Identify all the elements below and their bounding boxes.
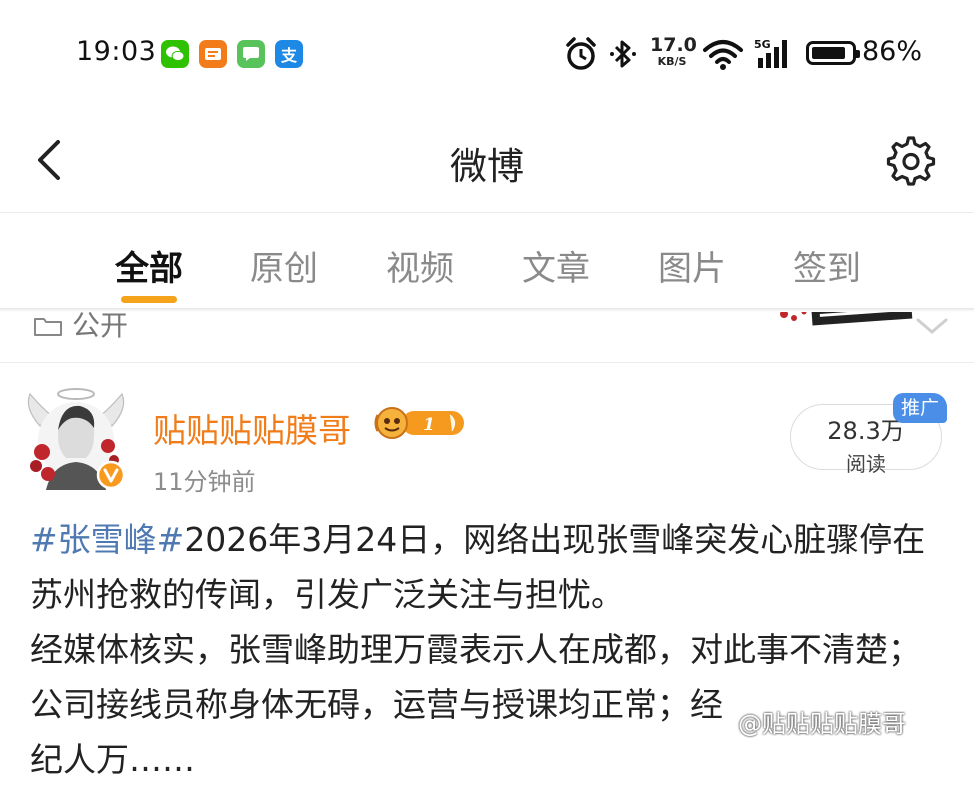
promo-tag: 推广 (893, 393, 947, 423)
tab-image[interactable]: 图片 (658, 241, 726, 290)
page-title: 微博 (450, 145, 524, 188)
active-tab-indicator (121, 296, 177, 303)
post-body: #张雪峰#2026年3月24日，网络出现张雪峰突发心脏骤停在苏州抢救的传闻，引发… (30, 512, 950, 787)
post-time: 11分钟前 (153, 468, 256, 496)
gear-icon[interactable] (884, 134, 938, 188)
tab-all[interactable]: 全部 (115, 241, 183, 290)
avatar[interactable] (22, 386, 130, 494)
read-label: 阅读 (846, 452, 886, 476)
message-icon (237, 40, 265, 68)
svg-text:5G: 5G (754, 38, 771, 51)
previous-card: 公开 (0, 312, 974, 362)
card-divider (0, 362, 974, 363)
signal-5g-icon: 5G (754, 38, 787, 68)
tab-checkin[interactable]: 签到 (793, 241, 861, 290)
battery-percent: 86% (862, 36, 923, 67)
user-level-number: 1 (423, 415, 435, 435)
wifi-icon (703, 40, 743, 70)
app-header: 微博 (0, 108, 974, 213)
folder-icon (34, 318, 62, 336)
alipay-icon: 支 (275, 40, 303, 68)
news-icon (199, 40, 227, 68)
post-paragraph-3: 纪人万…… (30, 740, 195, 779)
battery-icon (806, 41, 860, 65)
visibility-label: 公开 (72, 312, 129, 342)
wechat-icon (161, 40, 189, 68)
user-level-badge-icon: 1 (374, 407, 464, 439)
alipay-glyph: 支 (280, 46, 297, 65)
previous-card-image (780, 312, 913, 326)
net-speed-unit: KB/S (657, 55, 687, 68)
tab-video[interactable]: 视频 (386, 241, 454, 290)
bluetooth-icon (610, 40, 636, 68)
net-speed-value: 17.0 (650, 34, 697, 56)
post-username[interactable]: 贴贴贴贴膜哥 (153, 404, 351, 452)
net-speed: 17.0 KB/S (650, 34, 697, 68)
tab-article[interactable]: 文章 (522, 241, 590, 290)
verified-badge-icon (96, 460, 126, 490)
tab-original[interactable]: 原创 (250, 241, 318, 290)
status-bar: 19:03 支 17.0 KB/S 5G 86% (0, 0, 974, 108)
hashtag-link[interactable]: #张雪峰# (30, 520, 184, 559)
watermark: @贴贴贴贴膜哥 (738, 710, 906, 738)
status-time: 19:03 (76, 36, 157, 67)
expand-chevron-icon[interactable] (912, 312, 952, 340)
alarm-icon (566, 37, 596, 70)
filter-tabs: 全部 原创 视频 文章 图片 签到 (0, 213, 974, 308)
